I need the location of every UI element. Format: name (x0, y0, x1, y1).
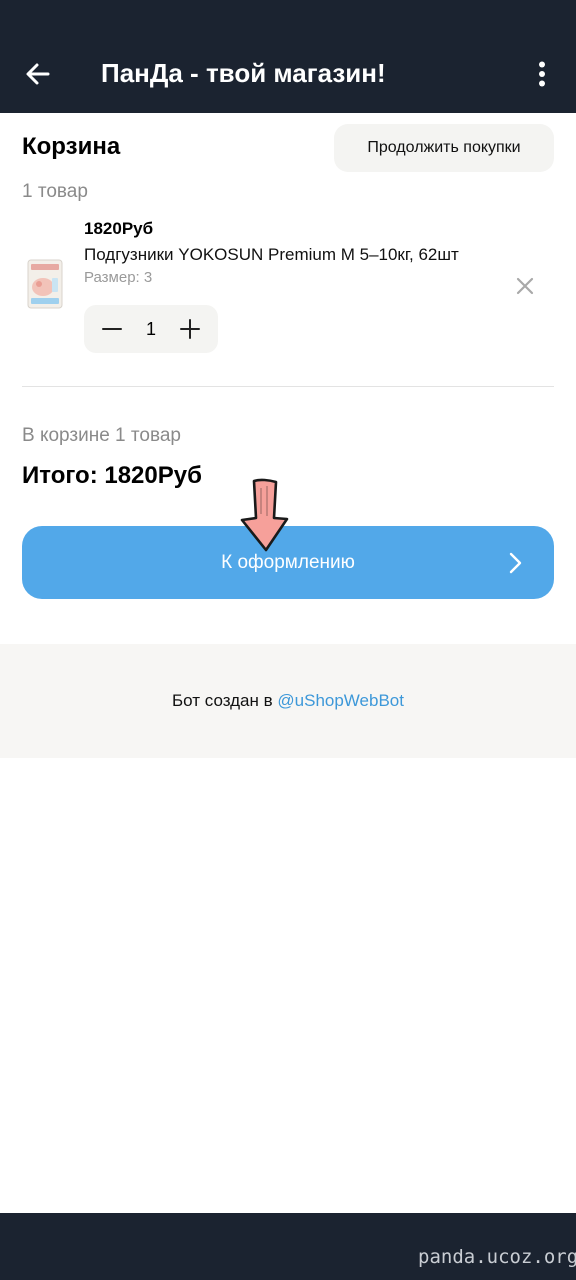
quantity-value: 1 (145, 319, 156, 339)
item-size: Размер: 3 (84, 269, 153, 286)
quantity-stepper: 1 (84, 305, 218, 353)
back-button[interactable] (18, 54, 58, 94)
pointer-arrow-icon (240, 478, 289, 552)
item-name: Подгузники YOKOSUN Premium M 5–10кг, 62ш… (84, 245, 459, 264)
page-title: ПанДа - твой магазин! (101, 58, 386, 88)
item-price: 1820Руб (84, 219, 154, 238)
cart-items-count: 1 товар (22, 181, 88, 202)
minus-icon (102, 328, 122, 330)
increase-quantity-button[interactable] (168, 305, 212, 353)
continue-shopping-button[interactable]: Продолжить покупки (334, 124, 554, 172)
product-thumbnail[interactable] (22, 256, 68, 312)
footer-label: Бот создан в (172, 691, 278, 710)
more-menu-button[interactable] (526, 54, 558, 94)
chevron-right-icon (509, 552, 522, 574)
remove-item-button[interactable] (512, 273, 538, 299)
footer-text: Бот создан в @uShopWebBot (0, 690, 576, 712)
summary-total: Итого: 1820Руб (22, 462, 202, 489)
more-vertical-icon (539, 61, 545, 87)
cart-title: Корзина (22, 133, 121, 160)
divider (22, 386, 554, 387)
decrease-quantity-button[interactable] (90, 305, 134, 353)
bot-link[interactable]: @uShopWebBot (277, 691, 404, 710)
app-header: ПанДа - твой магазин! (0, 0, 576, 113)
arrow-left-icon (26, 63, 50, 85)
plus-icon (180, 319, 200, 339)
close-icon (516, 277, 534, 295)
summary-count: В корзине 1 товар (22, 425, 181, 446)
watermark: panda.ucoz.org (418, 1246, 576, 1268)
